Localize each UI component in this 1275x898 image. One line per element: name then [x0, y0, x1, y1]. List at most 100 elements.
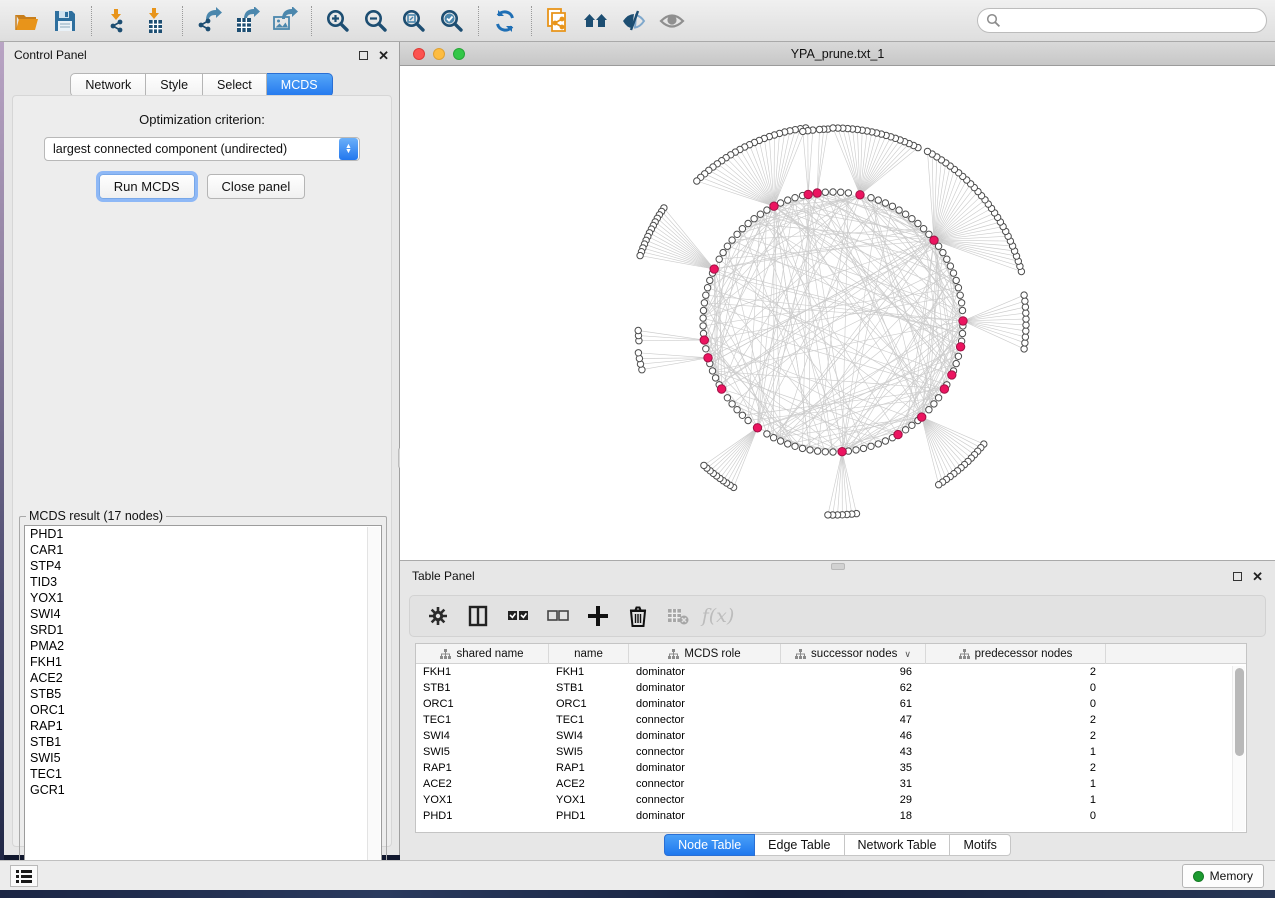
zoom-fit-button[interactable] [395, 3, 433, 39]
column-header-predecessor-nodes[interactable]: predecessor nodes [926, 644, 1106, 664]
graph-node[interactable] [920, 226, 926, 232]
memory-button[interactable]: Memory [1182, 864, 1264, 888]
graph-node[interactable] [701, 300, 707, 306]
graph-node[interactable] [704, 354, 712, 362]
graph-node[interactable] [924, 148, 930, 154]
graph-node[interactable] [953, 277, 959, 283]
graph-node[interactable] [902, 427, 908, 433]
export-table-button[interactable] [228, 3, 266, 39]
graph-node[interactable] [753, 424, 761, 432]
export-network-button[interactable] [190, 3, 228, 39]
graph-node[interactable] [816, 126, 822, 132]
select-all-button[interactable] [500, 599, 536, 633]
new-network-from-selection-button[interactable] [539, 3, 577, 39]
graph-node[interactable] [909, 422, 915, 428]
graph-node[interactable] [764, 431, 770, 437]
graph-node[interactable] [940, 385, 948, 393]
graph-node[interactable] [700, 307, 706, 313]
graph-node[interactable] [953, 360, 959, 366]
mcds-result-item[interactable]: SRD1 [25, 622, 381, 638]
graph-node[interactable] [792, 443, 798, 449]
export-image-button[interactable] [266, 3, 304, 39]
table-splitter-grip[interactable] [831, 563, 845, 570]
graph-node[interactable] [909, 216, 915, 222]
graph-node[interactable] [853, 447, 859, 453]
graph-node[interactable] [751, 216, 757, 222]
graph-node[interactable] [950, 270, 956, 276]
graph-node[interactable] [745, 417, 751, 423]
graph-node[interactable] [716, 256, 722, 262]
table-scrollbar-thumb[interactable] [1235, 668, 1244, 756]
node-table[interactable]: shared namenameMCDS rolesuccessor nodes∨… [415, 643, 1247, 833]
graph-node[interactable] [712, 375, 718, 381]
tab-node-table[interactable]: Node Table [664, 834, 755, 856]
open-button[interactable] [8, 3, 46, 39]
mcds-result-item[interactable]: FKH1 [25, 654, 381, 670]
table-row[interactable]: TEC1TEC1connector472 [416, 712, 1246, 728]
graph-node[interactable] [956, 343, 964, 351]
graph-node[interactable] [814, 448, 820, 454]
mcds-result-item[interactable]: YOX1 [25, 590, 381, 606]
graph-node[interactable] [700, 323, 706, 329]
graph-node[interactable] [701, 462, 707, 468]
table-row[interactable]: STB1STB1dominator620 [416, 680, 1246, 696]
import-table-button[interactable] [137, 3, 175, 39]
graph-node[interactable] [720, 249, 726, 255]
graph-node[interactable] [1022, 334, 1028, 340]
zoom-out-button[interactable] [357, 3, 395, 39]
graph-node[interactable] [918, 413, 926, 421]
mcds-result-item[interactable]: SWI5 [25, 750, 381, 766]
graph-node[interactable] [944, 256, 950, 262]
gear-button[interactable] [420, 599, 456, 633]
mcds-result-item[interactable]: ACE2 [25, 670, 381, 686]
graph-node[interactable] [703, 346, 709, 352]
graph-node[interactable] [889, 203, 895, 209]
graph-node[interactable] [800, 128, 806, 134]
graph-node[interactable] [785, 197, 791, 203]
column-header-successor-nodes[interactable]: successor nodes∨ [781, 644, 926, 664]
graph-node[interactable] [931, 401, 937, 407]
graph-node[interactable] [724, 243, 730, 249]
graph-node[interactable] [729, 401, 735, 407]
mcds-result-item[interactable]: GCR1 [25, 782, 381, 798]
graph-node[interactable] [875, 197, 881, 203]
mcds-result-item[interactable]: STB5 [25, 686, 381, 702]
zoom-selected-button[interactable] [433, 3, 471, 39]
close-panel-button[interactable]: Close panel [207, 174, 306, 199]
graph-node[interactable] [958, 300, 964, 306]
graph-node[interactable] [1023, 316, 1029, 322]
import-network-button[interactable] [99, 3, 137, 39]
table-row[interactable]: PHD1PHD1dominator180 [416, 808, 1246, 824]
graph-node[interactable] [1021, 346, 1027, 352]
graph-node[interactable] [926, 407, 932, 413]
tab-edge-table[interactable]: Edge Table [755, 834, 844, 856]
graph-node[interactable] [875, 441, 881, 447]
tab-network-table[interactable]: Network Table [845, 834, 951, 856]
deselect-all-button[interactable] [540, 599, 576, 633]
graph-node[interactable] [637, 252, 643, 258]
table-row[interactable]: ACE2ACE2connector311 [416, 776, 1246, 792]
table-scrollbar[interactable] [1232, 666, 1245, 831]
graph-node[interactable] [822, 449, 828, 455]
refresh-button[interactable] [486, 3, 524, 39]
show-columns-button[interactable] [460, 599, 496, 633]
graph-node[interactable] [915, 220, 921, 226]
graph-node[interactable] [724, 395, 730, 401]
save-button[interactable] [46, 3, 84, 39]
search-input[interactable] [1001, 14, 1258, 28]
tab-network[interactable]: Network [70, 73, 146, 97]
graph-node[interactable] [799, 445, 805, 451]
tab-mcds[interactable]: MCDS [267, 73, 333, 97]
hide-selected-button[interactable] [615, 3, 653, 39]
graph-node[interactable] [940, 249, 946, 255]
graph-node[interactable] [955, 353, 961, 359]
table-row[interactable]: FKH1FKH1dominator962 [416, 664, 1246, 680]
table-row[interactable]: RAP1RAP1dominator352 [416, 760, 1246, 776]
graph-node[interactable] [777, 438, 783, 444]
graph-node[interactable] [1023, 322, 1029, 328]
graph-node[interactable] [707, 277, 713, 283]
mcds-result-item[interactable]: ORC1 [25, 702, 381, 718]
close-traffic-light[interactable] [413, 48, 425, 60]
show-all-button[interactable] [653, 3, 691, 39]
graph-node[interactable] [856, 191, 864, 199]
